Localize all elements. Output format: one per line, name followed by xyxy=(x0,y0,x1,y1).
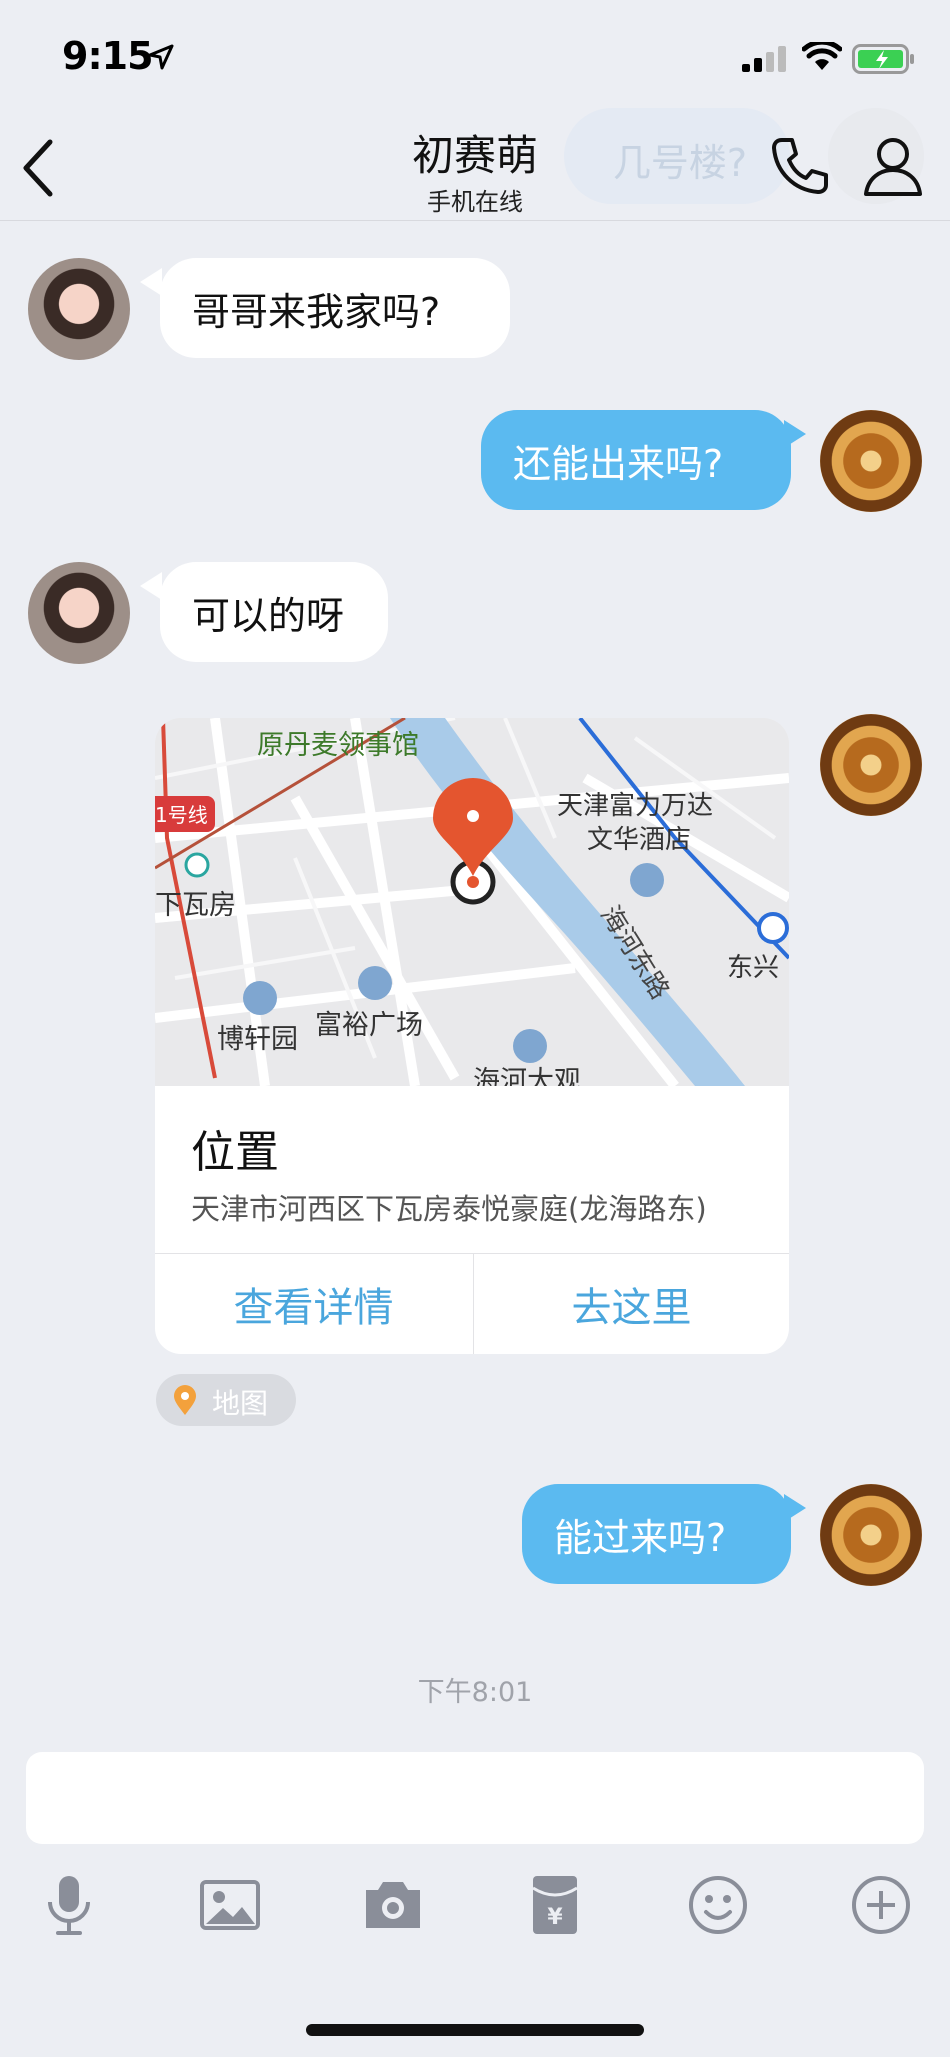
my-avatar[interactable] xyxy=(820,714,922,816)
message-bubble-outgoing[interactable]: 能过来吗? xyxy=(522,1484,791,1584)
message-text: 能过来吗? xyxy=(554,1515,727,1560)
my-avatar[interactable] xyxy=(820,410,922,512)
emoji-icon[interactable] xyxy=(685,1872,751,1938)
map-label-line1: 1号线 xyxy=(155,803,208,827)
message-input[interactable] xyxy=(26,1752,924,1844)
battery-icon xyxy=(852,44,914,74)
phone-icon[interactable] xyxy=(768,134,832,198)
map-pin-icon xyxy=(174,1385,196,1415)
view-details-button[interactable]: 查看详情 xyxy=(155,1253,472,1354)
bubble-tail xyxy=(140,268,162,296)
map-chip-label: 地图 xyxy=(212,1387,269,1420)
bubble-tail xyxy=(784,1494,806,1522)
map-label-consulate: 原丹麦领事馆 xyxy=(257,730,419,761)
status-time: 9:15 xyxy=(62,34,154,78)
message-text: 可以的呀 xyxy=(192,593,345,638)
map-label-hotel-line1: 天津富力万达 xyxy=(557,791,713,821)
profile-icon[interactable] xyxy=(862,136,924,196)
location-card[interactable]: 1号线 原丹麦领事馆 天津富力万达 文华酒店 下瓦房 东兴 博轩园 富裕广场 海… xyxy=(155,718,789,1354)
bubble-tail xyxy=(784,420,806,448)
mic-icon[interactable] xyxy=(36,1872,102,1938)
map-label-boxuan: 博轩园 xyxy=(217,1024,298,1055)
signal-icon xyxy=(742,46,786,72)
image-icon[interactable] xyxy=(197,1872,263,1938)
contact-avatar[interactable] xyxy=(28,258,130,360)
map-label-xiawafang: 下瓦房 xyxy=(155,890,236,921)
red-packet-icon[interactable]: ¥ xyxy=(522,1872,588,1938)
bubble-tail xyxy=(140,572,162,600)
map-drawing: 1号线 原丹麦领事馆 天津富力万达 文华酒店 下瓦房 东兴 博轩园 富裕广场 海… xyxy=(155,718,789,1086)
location-address: 天津市河西区下瓦房泰悦豪庭(龙海路东) xyxy=(191,1192,707,1226)
location-arrow-icon xyxy=(148,44,174,70)
message-bubble-outgoing[interactable]: 还能出来吗? xyxy=(481,410,791,510)
wifi-icon xyxy=(802,42,842,70)
message-bubble-incoming[interactable]: 可以的呀 xyxy=(160,562,388,662)
map-label-dongxing: 东兴 xyxy=(727,953,779,983)
plus-icon[interactable] xyxy=(848,1872,914,1938)
map-preview[interactable]: 1号线 原丹麦领事馆 天津富力万达 文华酒店 下瓦房 东兴 博轩园 富裕广场 海… xyxy=(155,718,789,1086)
home-indicator xyxy=(306,2024,644,2036)
go-here-button[interactable]: 去这里 xyxy=(473,1253,789,1354)
message-text: 还能出来吗? xyxy=(513,441,724,486)
my-avatar[interactable] xyxy=(820,1484,922,1586)
message-bubble-incoming[interactable]: 哥哥来我家吗? xyxy=(160,258,510,358)
camera-icon[interactable] xyxy=(360,1872,426,1938)
map-label-haihe: 海河大观 xyxy=(473,1066,581,1086)
message-text: 哥哥来我家吗? xyxy=(192,289,441,334)
map-label-hotel-line2: 文华酒店 xyxy=(587,825,691,855)
contact-avatar[interactable] xyxy=(28,562,130,664)
svg-text:¥: ¥ xyxy=(547,1905,563,1930)
location-title: 位置 xyxy=(191,1127,279,1178)
map-label-fuyu: 富裕广场 xyxy=(315,1010,423,1041)
timestamp: 下午8:01 xyxy=(417,1677,533,1708)
